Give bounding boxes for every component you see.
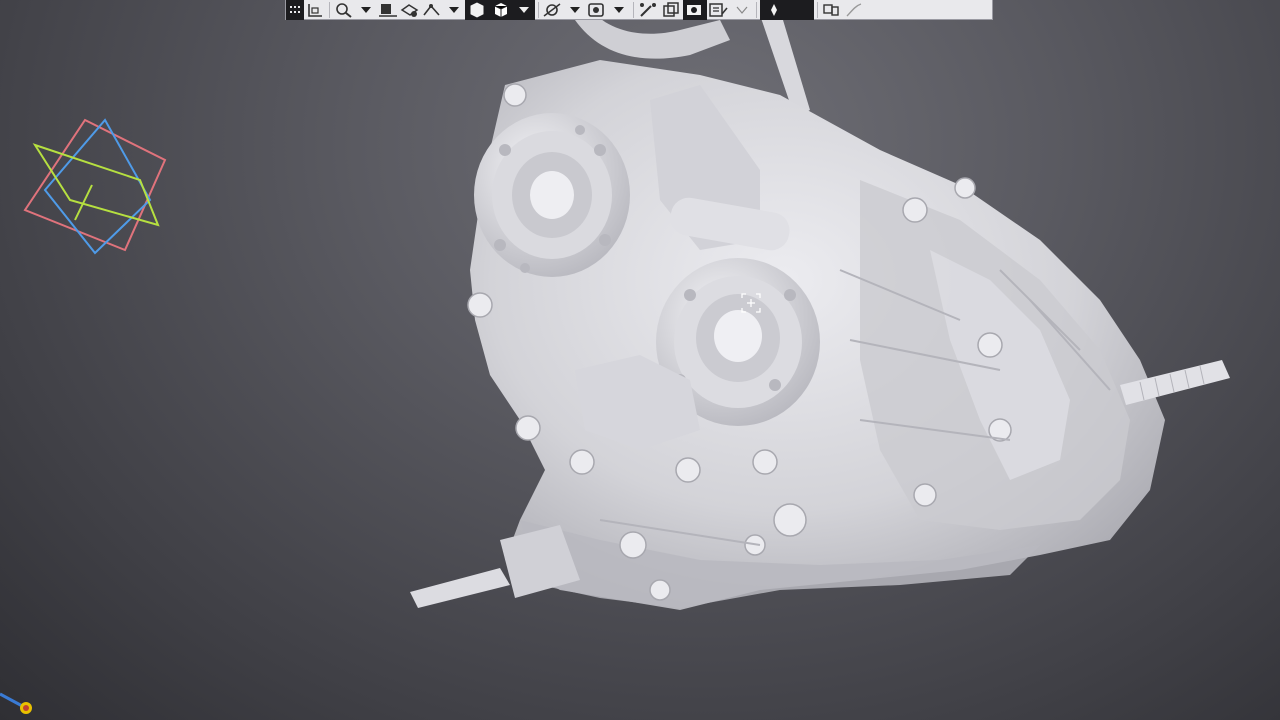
dropdown-chevron-icon[interactable] — [513, 0, 535, 20]
origin-axis-icon — [0, 692, 32, 714]
dropdown-chevron-icon[interactable] — [355, 0, 377, 20]
pen-icon[interactable] — [843, 0, 865, 20]
toolbar-separator — [633, 1, 634, 18]
dropdown-chevron-icon[interactable] — [443, 0, 465, 20]
toolbar-separator — [329, 1, 330, 18]
heads-up-view-toolbar — [285, 0, 993, 20]
sketch-plane-icon[interactable] — [304, 0, 326, 20]
dropdown-chevron-icon[interactable] — [564, 0, 586, 20]
section-view-icon[interactable] — [399, 0, 421, 20]
toolbar-separator — [538, 1, 539, 18]
graphics-viewport[interactable] — [0, 0, 1280, 720]
toolbar-separator — [756, 1, 757, 18]
camera-icon[interactable] — [788, 0, 814, 20]
zoom-icon[interactable] — [333, 0, 355, 20]
render-icon[interactable] — [683, 0, 707, 20]
view-orient-icon[interactable] — [377, 0, 399, 20]
monitor-icon[interactable] — [821, 0, 843, 20]
copy-icon[interactable] — [661, 0, 683, 20]
lights-icon[interactable] — [760, 0, 788, 20]
part-model[interactable] — [0, 0, 1280, 720]
toolbar-separator — [817, 1, 818, 18]
shaded-cube-icon[interactable] — [489, 0, 513, 20]
grip-icon[interactable] — [286, 0, 304, 20]
display-style-icon[interactable] — [465, 0, 489, 20]
dropdown-chevron-icon[interactable] — [731, 0, 753, 20]
view-orientation-triad — [23, 118, 167, 255]
scene-icon[interactable] — [586, 0, 608, 20]
dropdown-chevron-icon[interactable] — [608, 0, 630, 20]
appearance-icon[interactable] — [637, 0, 661, 20]
hide-show-icon[interactable] — [542, 0, 564, 20]
settings-icon[interactable] — [707, 0, 731, 20]
measure-icon[interactable] — [421, 0, 443, 20]
crosshair-cursor-icon — [741, 293, 761, 313]
